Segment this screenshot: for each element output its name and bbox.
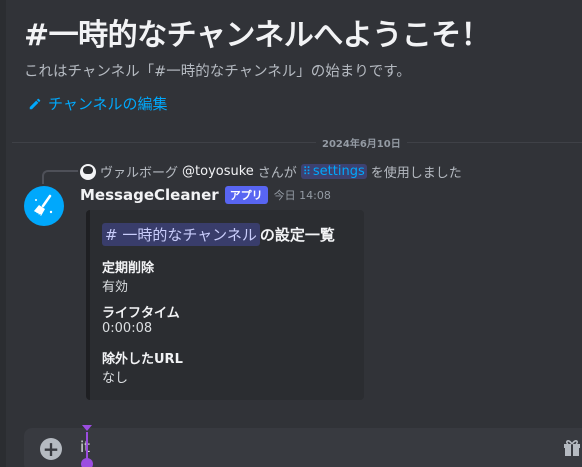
date-divider	[12, 142, 582, 143]
text-cursor-top-handle	[82, 425, 92, 431]
embed-field-value: なし	[102, 371, 129, 386]
welcome-title: #一時的なチャンネルへようこそ！	[24, 18, 491, 53]
command-name: settings	[312, 164, 365, 179]
app-badge: アプリ	[224, 186, 268, 204]
command-mention[interactable]: ⠿ settings	[300, 164, 367, 179]
command-reply-context[interactable]: ヴァルボーグ @toyosuke さんが ⠿ settings を使用しました	[80, 162, 462, 181]
date-divider-label: 2024年6月10日	[316, 135, 407, 150]
message-composer[interactable]: + it	[24, 428, 582, 467]
bot-username[interactable]: MessageCleaner	[80, 186, 219, 204]
settings-embed: # 一時的なチャンネル の設定一覧 定期削除 有効 ライフタイム 0:00:08 …	[86, 210, 364, 400]
embed-title-suffix: の設定一覧	[259, 226, 335, 244]
slash-command-icon: ⠿	[302, 165, 311, 178]
message-timestamp[interactable]: 今日 14:08	[274, 187, 331, 203]
embed-field-value: 0:00:08	[102, 321, 153, 336]
reply-text-middle: さんが	[257, 166, 297, 181]
reply-username[interactable]: ヴァルボーグ	[100, 162, 178, 181]
pencil-icon	[29, 98, 41, 109]
gift-icon[interactable]	[562, 437, 582, 457]
reply-handle[interactable]: @toyosuke	[182, 164, 254, 179]
bot-avatar[interactable]	[24, 186, 64, 226]
text-cursor-handle[interactable]	[81, 458, 93, 467]
upload-plus-button[interactable]: +	[40, 438, 62, 460]
welcome-subtitle: これはチャンネル「#一時的なチャンネル」の始まりです。	[24, 64, 411, 80]
message-list[interactable]: #一時的なチャンネルへようこそ！ これはチャンネル「#一時的なチャンネル」の始ま…	[6, 0, 582, 467]
reply-text-suffix: を使用しました	[370, 166, 462, 181]
edit-channel-link[interactable]: チャンネルの編集	[28, 93, 168, 114]
message-header: MessageCleaner アプリ 今日 14:08	[80, 186, 331, 204]
embed-field-name: ライフタイム	[102, 306, 180, 321]
app-root: #一時的なチャンネルへようこそ！ これはチャンネル「#一時的なチャンネル」の始ま…	[0, 0, 582, 467]
reply-avatar[interactable]	[80, 163, 96, 180]
embed-title: # 一時的なチャンネル の設定一覧	[102, 223, 335, 246]
embed-field-name: 除外したURL	[102, 352, 183, 367]
embed-field-name: 定期削除	[102, 261, 155, 276]
embed-field-value: 有効	[102, 280, 129, 295]
reply-connector	[42, 170, 78, 184]
edit-channel-label: チャンネルの編集	[48, 95, 168, 113]
broom-icon	[33, 194, 53, 218]
channel-mention[interactable]: # 一時的なチャンネル	[102, 223, 260, 246]
